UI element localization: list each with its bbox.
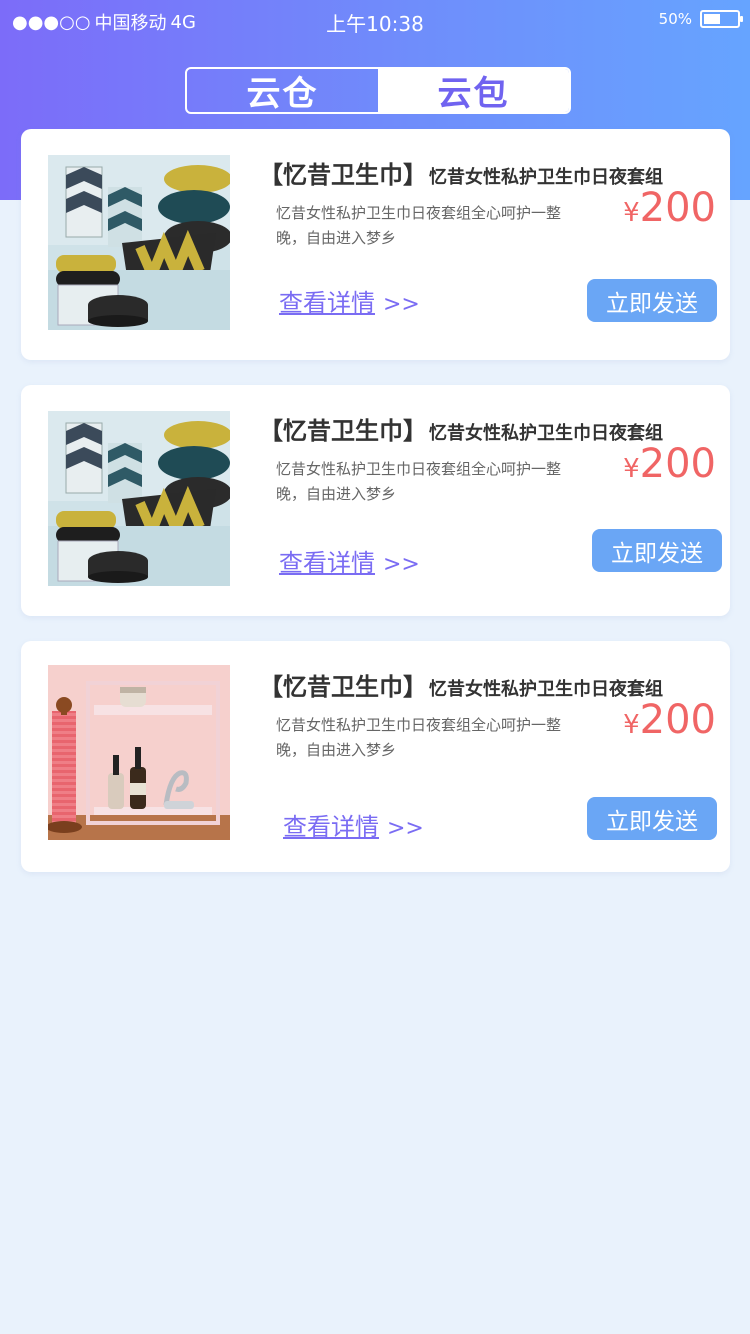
send-now-button[interactable]: 立即发送 xyxy=(587,279,717,322)
view-details-label: 查看详情 xyxy=(279,549,375,577)
double-chevron-icon: >> xyxy=(383,292,420,317)
tab-yunbao[interactable]: 云包 xyxy=(378,69,569,112)
view-details-label: 查看详情 xyxy=(283,813,379,841)
product-brand: 【忆昔卫生巾】 xyxy=(259,161,427,189)
tab-yuncang[interactable]: 云仓 xyxy=(187,69,378,112)
price-value: 200 xyxy=(639,185,716,231)
battery-icon xyxy=(700,10,743,28)
view-details-link[interactable]: 查看详情 >> xyxy=(279,543,420,578)
currency-symbol: ¥ xyxy=(623,454,640,484)
product-description: 忆昔女性私护卫生巾日夜套组全心呵护一整晚，自由进入梦乡 xyxy=(276,716,562,759)
product-image-shelf[interactable] xyxy=(48,665,230,840)
status-bar: ●●●○○ 中国移动 4G 上午10:38 50% xyxy=(0,0,750,40)
product-card: 【忆昔卫生巾】 忆昔女性私护卫生巾日夜套组 忆昔女性私护卫生巾日夜套组全心呵护一整… xyxy=(21,129,730,360)
segmented-control: 云仓 云包 xyxy=(185,67,571,114)
product-image-pillows[interactable] xyxy=(48,411,230,586)
product-brand: 【忆昔卫生巾】 xyxy=(259,673,427,701)
double-chevron-icon: >> xyxy=(383,552,420,577)
send-now-button[interactable]: 立即发送 xyxy=(587,797,717,840)
product-price: ¥200 xyxy=(623,441,716,487)
product-card: 【忆昔卫生巾】 忆昔女性私护卫生巾日夜套组 忆昔女性私护卫生巾日夜套组全心呵护一整… xyxy=(21,641,730,872)
product-price: ¥200 xyxy=(623,185,716,231)
view-details-label: 查看详情 xyxy=(279,289,375,317)
product-image-pillows[interactable] xyxy=(48,155,230,330)
status-time: 上午10:38 xyxy=(326,12,424,36)
price-value: 200 xyxy=(639,697,716,743)
product-description: 忆昔女性私护卫生巾日夜套组全心呵护一整晚，自由进入梦乡 xyxy=(276,460,562,503)
battery-fill xyxy=(704,14,720,24)
currency-symbol: ¥ xyxy=(623,198,640,228)
price-value: 200 xyxy=(639,441,716,487)
product-description: 忆昔女性私护卫生巾日夜套组全心呵护一整晚，自由进入梦乡 xyxy=(276,204,562,247)
double-chevron-icon: >> xyxy=(387,816,424,841)
view-details-link[interactable]: 查看详情 >> xyxy=(279,283,420,318)
view-details-link[interactable]: 查看详情 >> xyxy=(283,807,424,842)
send-now-button[interactable]: 立即发送 xyxy=(592,529,722,572)
product-card: 【忆昔卫生巾】 忆昔女性私护卫生巾日夜套组 忆昔女性私护卫生巾日夜套组全心呵护一整… xyxy=(21,385,730,616)
battery-percent: 50% xyxy=(658,10,692,28)
product-price: ¥200 xyxy=(623,697,716,743)
currency-symbol: ¥ xyxy=(623,710,640,740)
product-brand: 【忆昔卫生巾】 xyxy=(259,417,427,445)
